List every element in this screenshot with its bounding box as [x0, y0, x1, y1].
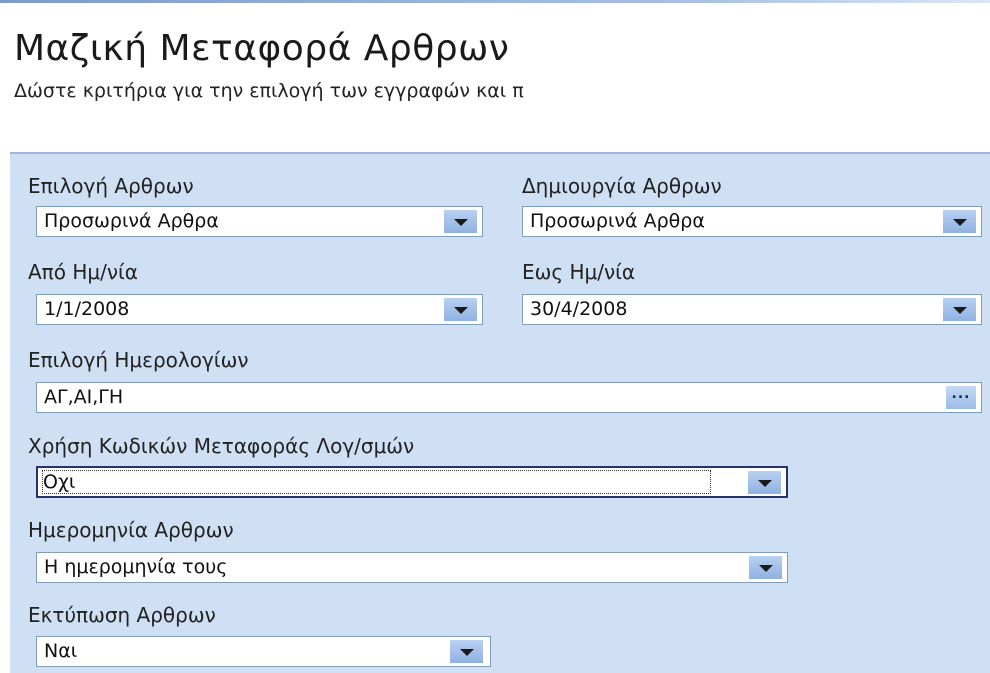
entry-date-value: Η ημερομηνία τους — [44, 556, 228, 578]
entry-date-select[interactable]: Η ημερομηνία τους — [36, 552, 788, 583]
transfer-codes-value: Οχι — [42, 470, 711, 494]
selection-dropdown-button[interactable] — [443, 209, 478, 234]
to-date-picker[interactable]: 30/4/2008 — [522, 294, 982, 325]
transfer-codes-dropdown-button[interactable] — [747, 470, 782, 495]
selection-select[interactable]: Προσωρινά Αρθρα — [36, 206, 483, 237]
creation-dropdown-button[interactable] — [942, 209, 977, 234]
creation-value: Προσωρινά Αρθρα — [530, 210, 705, 232]
transfer-codes-label: Χρήση Κωδικών Μεταφοράς Λογ/σμών — [28, 434, 415, 458]
creation-select[interactable]: Προσωρινά Αρθρα — [522, 206, 982, 237]
entry-date-label: Ημερομηνία Αρθρων — [28, 518, 234, 542]
page-title: Μαζική Μεταφορά Αρθρων — [14, 28, 510, 69]
print-label: Εκτύπωση Αρθρων — [28, 603, 216, 627]
chevron-down-icon — [454, 307, 468, 314]
from-date-picker[interactable]: 1/1/2008 — [36, 294, 483, 325]
from-date-dropdown-button[interactable] — [443, 297, 478, 322]
print-dropdown-button[interactable] — [449, 639, 484, 664]
print-value: Ναι — [44, 640, 78, 662]
selection-value: Προσωρινά Αρθρα — [44, 210, 219, 232]
to-date-value: 30/4/2008 — [530, 298, 628, 320]
top-border — [0, 0, 990, 3]
ellipsis-icon[interactable]: ... — [945, 385, 977, 410]
journals-label: Επιλογή Ημερολογίων — [28, 348, 249, 372]
chevron-down-icon — [454, 219, 468, 226]
print-select[interactable]: Ναι — [36, 636, 491, 667]
selection-label: Επιλογή Αρθρων — [28, 174, 194, 198]
to-date-label: Εως Ημ/νία — [522, 260, 636, 284]
entry-date-dropdown-button[interactable] — [748, 555, 783, 580]
chevron-down-icon — [953, 219, 967, 226]
journals-input[interactable]: ΑΓ,ΑΙ,ΓΗ ... — [36, 382, 982, 413]
journals-value: ΑΓ,ΑΙ,ΓΗ — [44, 386, 124, 408]
from-date-label: Από Ημ/νία — [28, 260, 138, 284]
page-subtitle: Δώστε κριτήρια για την επιλογή των εγγρα… — [14, 80, 524, 102]
creation-label: Δημιουργία Αρθρων — [522, 174, 722, 198]
chevron-down-icon — [758, 480, 772, 487]
chevron-down-icon — [953, 307, 967, 314]
to-date-dropdown-button[interactable] — [942, 297, 977, 322]
chevron-down-icon — [460, 649, 474, 656]
chevron-down-icon — [759, 565, 773, 572]
from-date-value: 1/1/2008 — [44, 298, 130, 320]
transfer-codes-select[interactable]: Οχι — [36, 466, 788, 498]
criteria-panel: Επιλογή Αρθρων Προσωρινά Αρθρα Δημιουργί… — [10, 152, 990, 673]
